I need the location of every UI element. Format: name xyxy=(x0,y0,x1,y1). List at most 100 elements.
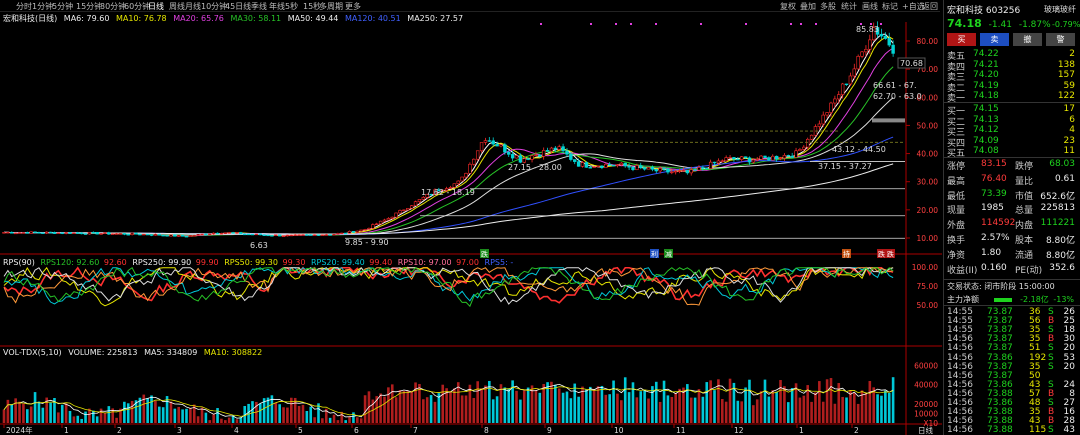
tick-volume: 115 xyxy=(1029,425,1047,435)
vol-legend: VOL-TDX(5,10) VOLUME: 225813 MA5: 334809… xyxy=(3,348,262,357)
volume-bar xyxy=(150,395,153,423)
bid-price: 74.15 xyxy=(973,104,999,114)
candle-body xyxy=(705,167,709,170)
candle-body xyxy=(658,168,662,172)
volume-bar xyxy=(519,399,522,423)
candle-body xyxy=(639,165,643,168)
vol-axis-label: 60000 xyxy=(914,362,938,371)
candle-body xyxy=(592,166,596,168)
candle-body xyxy=(219,233,224,235)
kline-chart[interactable]: 80.0070.0060.0050.0040.0030.0020.0010.00… xyxy=(0,0,942,435)
stat-value: 0.160 xyxy=(981,262,1007,273)
volume-bar xyxy=(169,401,173,423)
candle-body xyxy=(600,165,604,168)
candle-body xyxy=(736,158,740,161)
candle-body xyxy=(798,149,802,152)
candle-body xyxy=(708,161,713,169)
volume-bar xyxy=(18,401,21,423)
candle-body xyxy=(215,232,220,235)
candle-body xyxy=(712,161,717,164)
volume-bar xyxy=(22,403,25,423)
candle-body xyxy=(417,199,422,202)
volume-bar xyxy=(670,397,674,423)
volume-bar xyxy=(740,401,743,423)
marker xyxy=(815,23,817,25)
candle-body xyxy=(728,157,732,159)
volume-bar xyxy=(585,389,588,423)
candle-body xyxy=(825,112,829,116)
candle-body xyxy=(243,233,247,236)
sector-name[interactable]: 玻璃玻纤 xyxy=(1044,4,1076,15)
rps-axis-label: 100.00 xyxy=(912,263,938,272)
volume-bar xyxy=(332,414,336,423)
ask-volume: 157 xyxy=(1057,70,1075,81)
candle-body xyxy=(13,232,18,235)
volume-bar xyxy=(736,400,740,423)
level-annotation: 62.70 - 63.0 xyxy=(873,92,922,101)
volume-bar xyxy=(344,420,347,423)
volume-bar xyxy=(522,390,526,423)
tick-count: 20 xyxy=(1063,361,1075,372)
ask-volume: 59 xyxy=(1063,80,1075,91)
marker xyxy=(745,23,747,25)
ma50-line xyxy=(3,97,894,236)
volume-bar xyxy=(573,383,577,423)
volume-bar xyxy=(352,412,355,423)
rps20-value: 99.40 xyxy=(369,258,393,267)
ma250-line xyxy=(3,163,894,235)
ma6-line xyxy=(3,33,894,237)
stat-value: 1.80 xyxy=(981,247,1002,258)
bid-price: 74.12 xyxy=(973,125,999,136)
volume-bar xyxy=(748,379,751,423)
volume-bar xyxy=(588,386,592,423)
candle-body xyxy=(751,159,756,163)
level-annotation: 66.61 - 67. xyxy=(873,81,917,90)
rps120-label: RPS120: 92.60 xyxy=(40,258,100,267)
volume-bar xyxy=(235,419,239,423)
buy-button[interactable]: 买 xyxy=(947,33,976,46)
volume-bar xyxy=(627,392,631,423)
candle-body xyxy=(301,234,305,236)
level-annotation: 43.12 - 44.50 xyxy=(832,145,886,154)
volume-bar xyxy=(856,403,860,423)
date-label: 12 xyxy=(734,426,744,435)
ask-volume: 2 xyxy=(1069,49,1075,59)
marker xyxy=(590,23,592,25)
candle-body xyxy=(666,168,670,173)
candle-body xyxy=(844,83,849,86)
volume-bar xyxy=(185,408,188,423)
candle-body xyxy=(588,167,592,169)
volume-bar xyxy=(80,418,83,423)
volume-bar xyxy=(123,401,126,423)
volume-bar xyxy=(14,398,17,423)
candle-body xyxy=(701,167,705,169)
cancel-order-button[interactable]: 撤 xyxy=(1013,33,1042,46)
candle-body xyxy=(833,98,837,104)
candle-body xyxy=(157,233,162,236)
candle-body xyxy=(879,33,884,37)
candle-body xyxy=(786,155,790,157)
date-label: 8 xyxy=(484,426,489,435)
stat-key-2: 量比 xyxy=(1015,176,1034,187)
candle-body xyxy=(378,220,383,225)
candle-body xyxy=(204,233,208,236)
volume-bar xyxy=(845,397,848,423)
volume-bar xyxy=(212,414,215,423)
alert-button[interactable]: 警 xyxy=(1046,33,1075,46)
volume-bar xyxy=(783,386,786,423)
volume-bar xyxy=(880,395,883,423)
level-annotation: 17.62 - 18.19 xyxy=(421,188,475,197)
candle-body xyxy=(83,233,88,235)
volume-bar xyxy=(68,410,72,423)
volume-bar xyxy=(623,377,627,423)
candle-body xyxy=(262,234,266,236)
sell-button[interactable]: 卖 xyxy=(980,33,1009,46)
candle-body xyxy=(891,44,895,54)
candle-body xyxy=(573,159,577,162)
vol-ma5: MA5: 334809 xyxy=(144,348,198,357)
volume-bar xyxy=(224,420,227,423)
volume-bar xyxy=(771,390,775,423)
volume-bar xyxy=(441,384,445,423)
volume-bar xyxy=(181,409,184,423)
candle-body xyxy=(491,140,495,145)
